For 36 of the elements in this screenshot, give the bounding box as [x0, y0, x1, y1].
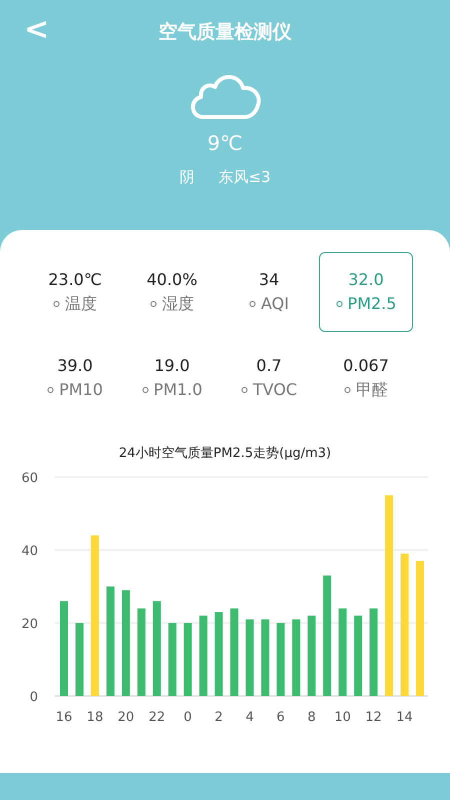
- weather-condition: 阴: [179, 167, 194, 188]
- wind-info: 东风≤3: [218, 167, 271, 188]
- metric-tile[interactable]: 23.0℃ 温度: [28, 252, 122, 332]
- metric-tile[interactable]: 34 AQI: [222, 252, 316, 332]
- metric-icon: [150, 300, 157, 308]
- metric-icon: [249, 300, 256, 308]
- metric-tile[interactable]: 0.067 甲醛: [319, 338, 413, 418]
- metric-tile[interactable]: 40.0% 湿度: [125, 252, 219, 332]
- chart-title: 24小时空气质量PM2.5走势(μg/m3): [118, 446, 332, 461]
- metric-icon: [47, 386, 54, 394]
- metric-icon: [240, 386, 248, 394]
- axis-label: 0: [30, 690, 38, 704]
- axis-label: 60: [21, 470, 38, 486]
- page-title: 空气质量检测仪: [158, 21, 292, 43]
- axis-label: 20: [118, 710, 134, 724]
- axis-label: 6: [276, 710, 285, 724]
- axis-label: 0: [184, 710, 192, 724]
- axis-label: 14: [396, 710, 413, 724]
- metric-tile[interactable]: 0.7 TVOC: [222, 338, 316, 418]
- axis-label: 4: [246, 710, 254, 724]
- axis-label: 2: [214, 710, 223, 724]
- axis-label: 8: [308, 710, 316, 724]
- metric-icon: [344, 386, 351, 394]
- axis-label: 10: [334, 710, 351, 724]
- axis-label: 12: [365, 710, 382, 724]
- axis-label: 40: [21, 544, 38, 558]
- axis-label: 18: [86, 710, 104, 724]
- metric-icon: [53, 300, 60, 308]
- axis-label: 22: [148, 710, 166, 724]
- metric-icon: [142, 386, 149, 394]
- axis-label: 16: [56, 710, 72, 724]
- temperature: 9℃: [207, 131, 243, 155]
- metric-tile[interactable]: 19.0 PM1.0: [125, 338, 219, 418]
- metric-tile[interactable]: 39.0 PM10: [28, 338, 122, 418]
- metric-icon: [336, 300, 343, 308]
- axis-label: 20: [21, 616, 38, 632]
